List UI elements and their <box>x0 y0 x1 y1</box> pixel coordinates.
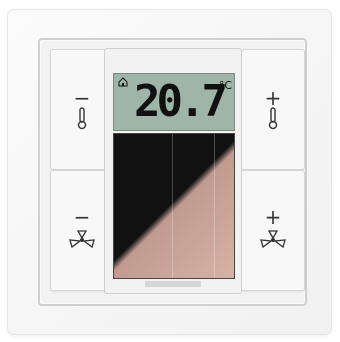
lcd-display: 20.7 °C <box>113 73 235 131</box>
temperature-readout: 20.7 <box>134 76 228 127</box>
house-icon <box>118 77 128 90</box>
solar-cell-divider <box>172 134 173 278</box>
solar-cell-divider <box>214 134 215 278</box>
temp-plus-button[interactable]: + <box>241 49 305 170</box>
plus-sign: + <box>264 205 282 229</box>
plus-sign: + <box>264 86 282 110</box>
temperature-unit: °C <box>218 79 232 92</box>
display-module: 20.7 °C <box>104 48 242 294</box>
label-strip <box>145 281 201 287</box>
fan-icon <box>242 229 304 255</box>
solar-cell <box>113 133 235 279</box>
fan-plus-button[interactable]: + <box>241 170 305 291</box>
thermometer-icon <box>242 106 304 134</box>
